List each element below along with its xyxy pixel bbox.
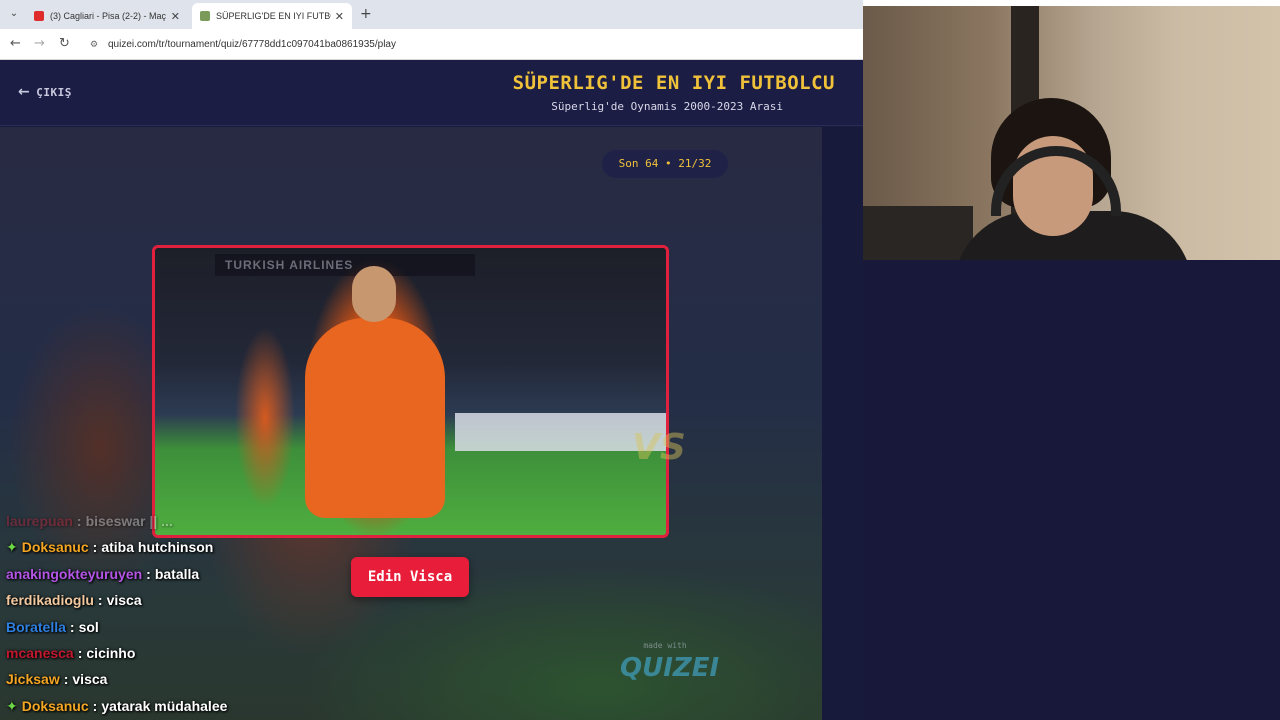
exit-label: ÇIKIŞ (36, 86, 72, 99)
exit-button[interactable]: ← ÇIKIŞ (18, 84, 72, 100)
chat-text: atiba hutchinson (101, 539, 214, 555)
tab-youtube[interactable]: (3) Cagliari - Pisa (2-2) - Maç Ö ✕ (26, 3, 188, 29)
diamond-icon: ✦ (6, 540, 18, 556)
chat-message: Boratella: sol (6, 619, 99, 635)
close-icon[interactable]: ✕ (335, 10, 344, 23)
tab-quiz[interactable]: SÜPERLIG'DE EN IYI FUTBOLCU ✕ (192, 3, 352, 29)
chat-text: visca (106, 592, 142, 608)
chair (863, 206, 973, 260)
chat-message: ✦ Doksanuc: atiba hutchinson (6, 539, 214, 556)
url-text: quizei.com/tr/tournament/quiz/67778dd1c0… (108, 39, 396, 50)
chat-message: anakingokteyuruyen: batalla (6, 566, 200, 582)
round-badge: Son 64 • 21/32 (602, 150, 728, 178)
chat-message: ✦ Doksanuc: yatarak müdahalee (6, 698, 228, 715)
chat-username: anakingokteyuruyen (6, 566, 143, 582)
chat-message: Jicksaw: visca (6, 671, 108, 687)
chat-text: sol (78, 619, 99, 635)
tab-title: (3) Cagliari - Pisa (2-2) - Maç Ö (50, 11, 167, 21)
reload-icon[interactable]: ↻ (59, 36, 70, 51)
youtube-icon (34, 11, 44, 21)
chat-text: biseswar || ... (85, 513, 173, 529)
page-title: SÜPERLIG'DE EN IYI FUTBOLCU (512, 72, 835, 94)
webcam-feed (863, 6, 1280, 260)
stream-background (863, 260, 1280, 720)
page-subtitle: Süperlig'de Oynamis 2000-2023 Arasi (551, 100, 783, 113)
chat-text: visca (72, 671, 108, 687)
app-header: ← ÇIKIŞ SÜPERLIG'DE EN IYI FUTBOLCU Süper… (0, 60, 863, 126)
chat-username: Doksanuc (21, 539, 89, 555)
chat-username: laurepuan (6, 513, 73, 529)
tune-icon[interactable]: ⚙ (90, 35, 102, 56)
url-field[interactable]: ⚙ quizei.com/tr/tournament/quiz/67778dd1c… (90, 34, 850, 55)
chat-message: ferdikadioglu: visca (6, 592, 142, 608)
close-icon[interactable]: ✕ (171, 10, 180, 23)
forward-arrow-icon[interactable]: → (34, 36, 45, 51)
diamond-icon: ✦ (6, 699, 18, 715)
made-with-caption: made with (643, 641, 687, 650)
chat-username: Boratella (6, 619, 66, 635)
chat-username: ferdikadioglu (6, 592, 94, 608)
tab-strip: ⌄ (3) Cagliari - Pisa (2-2) - Maç Ö ✕ SÜ… (0, 0, 863, 29)
browser-window: ⌄ (3) Cagliari - Pisa (2-2) - Maç Ö ✕ SÜ… (0, 0, 863, 60)
app-edge (822, 127, 863, 720)
chat-text: batalla (154, 566, 200, 582)
stadium-banner: TURKISH AIRLINES (215, 254, 475, 276)
chat-message: laurepuan: biseswar || ... (6, 513, 173, 529)
quizei-logo[interactable]: QUIZEI (620, 653, 719, 683)
chat-message: mcanesca: cicinho (6, 645, 136, 661)
site-favicon-icon (200, 11, 210, 21)
chat-username: Doksanuc (21, 698, 89, 714)
player-head (352, 266, 396, 322)
chat-username: Jicksaw (6, 671, 60, 687)
address-bar: ← → ↻ ⚙ quizei.com/tr/tournament/quiz/677… (0, 29, 863, 60)
chat-text: yatarak müdahalee (101, 698, 228, 714)
back-arrow-icon[interactable]: ← (10, 36, 21, 51)
chevron-down-icon[interactable]: ⌄ (6, 6, 22, 22)
vs-label: VS (632, 427, 686, 468)
chat-username: mcanesca (6, 645, 74, 661)
player-card[interactable]: TURKISH AIRLINES (152, 245, 669, 538)
arrow-left-icon: ← (18, 84, 31, 100)
chat-text: cicinho (86, 645, 136, 661)
tab-title: SÜPERLIG'DE EN IYI FUTBOLCU (216, 11, 331, 21)
plus-icon[interactable]: + (360, 6, 372, 22)
player-image (305, 318, 445, 518)
stream-chat: laurepuan: biseswar || ... ✦ Doksanuc: atib… (0, 510, 380, 720)
